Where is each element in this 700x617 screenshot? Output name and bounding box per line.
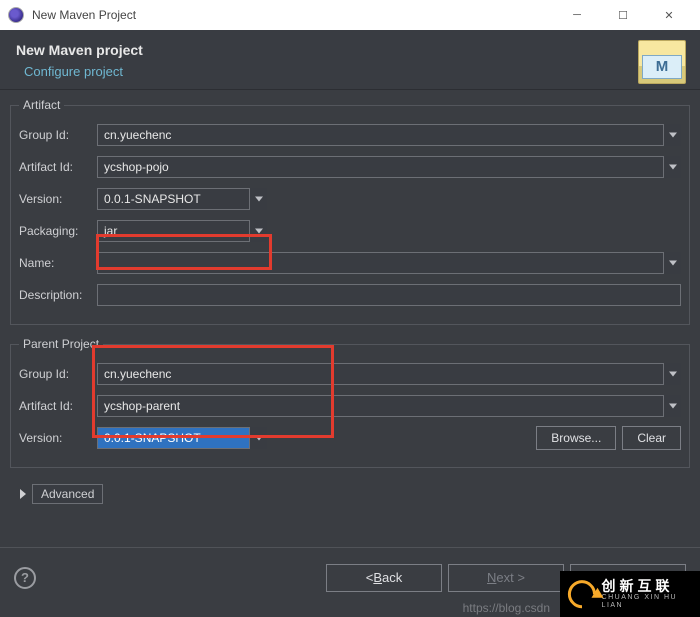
parent-group-id-label: Group Id: <box>19 367 97 381</box>
parent-version-label: Version: <box>19 431 97 445</box>
artifact-id-label: Artifact Id: <box>19 160 97 174</box>
help-button[interactable]: ? <box>14 567 36 589</box>
description-field[interactable] <box>97 284 681 306</box>
maven-icon: M <box>638 40 686 84</box>
parent-artifact-id-label: Artifact Id: <box>19 399 97 413</box>
browse-button[interactable]: Browse... <box>536 426 616 450</box>
parent-group-id-field[interactable]: cn.yuechenc <box>97 363 681 385</box>
version-value: 0.0.1-SNAPSHOT <box>104 192 201 206</box>
advanced-section[interactable]: Advanced <box>32 484 103 504</box>
brand-cn: 创新互联 <box>602 579 700 594</box>
parent-version-value: 0.0.1-SNAPSHOT <box>104 431 201 445</box>
back-button[interactable]: < Back <box>326 564 442 592</box>
clear-button[interactable]: Clear <box>622 426 681 450</box>
artifact-legend: Artifact <box>19 98 64 112</box>
name-field[interactable] <box>97 252 681 274</box>
packaging-field[interactable]: jar <box>97 220 267 242</box>
parent-artifact-id-value: ycshop-parent <box>104 399 180 413</box>
artifact-id-field[interactable]: ycshop-pojo <box>97 156 681 178</box>
blog-url-watermark: https://blog.csdn <box>463 601 550 615</box>
maximize-button[interactable]: ☐ <box>600 0 646 30</box>
minimize-button[interactable]: ─ <box>554 0 600 30</box>
group-id-value: cn.yuechenc <box>104 128 171 142</box>
brand-en: CHUANG XIN HU LIAN <box>602 594 700 609</box>
window-title: New Maven Project <box>32 8 554 22</box>
brand-logo-icon <box>562 574 601 613</box>
next-button: Next > <box>448 564 564 592</box>
name-label: Name: <box>19 256 97 270</box>
parent-project-group: Parent Project Group Id: cn.yuechenc Art… <box>10 337 690 468</box>
expand-icon[interactable] <box>20 489 26 499</box>
titlebar: New Maven Project ─ ☐ ✕ <box>0 0 700 30</box>
wizard-title: New Maven project <box>16 42 684 58</box>
description-label: Description: <box>19 288 97 302</box>
parent-artifact-id-field[interactable]: ycshop-parent <box>97 395 681 417</box>
artifact-id-value: ycshop-pojo <box>104 160 169 174</box>
maven-icon-letter: M <box>642 55 682 79</box>
artifact-group: Artifact Group Id: cn.yuechenc Artifact … <box>10 98 690 325</box>
group-id-field[interactable]: cn.yuechenc <box>97 124 681 146</box>
version-field[interactable]: 0.0.1-SNAPSHOT <box>97 188 267 210</box>
brand-watermark: 创新互联 CHUANG XIN HU LIAN <box>560 571 700 617</box>
parent-legend: Parent Project <box>19 337 103 351</box>
wizard-header: New Maven project Configure project M <box>0 30 700 90</box>
parent-version-field[interactable]: 0.0.1-SNAPSHOT <box>97 427 267 449</box>
close-button[interactable]: ✕ <box>646 0 692 30</box>
parent-group-id-value: cn.yuechenc <box>104 367 171 381</box>
advanced-label: Advanced <box>41 487 94 501</box>
packaging-value: jar <box>104 224 117 238</box>
eclipse-icon <box>8 7 24 23</box>
version-label: Version: <box>19 192 97 206</box>
group-id-label: Group Id: <box>19 128 97 142</box>
wizard-subtitle: Configure project <box>24 64 684 79</box>
packaging-label: Packaging: <box>19 224 97 238</box>
